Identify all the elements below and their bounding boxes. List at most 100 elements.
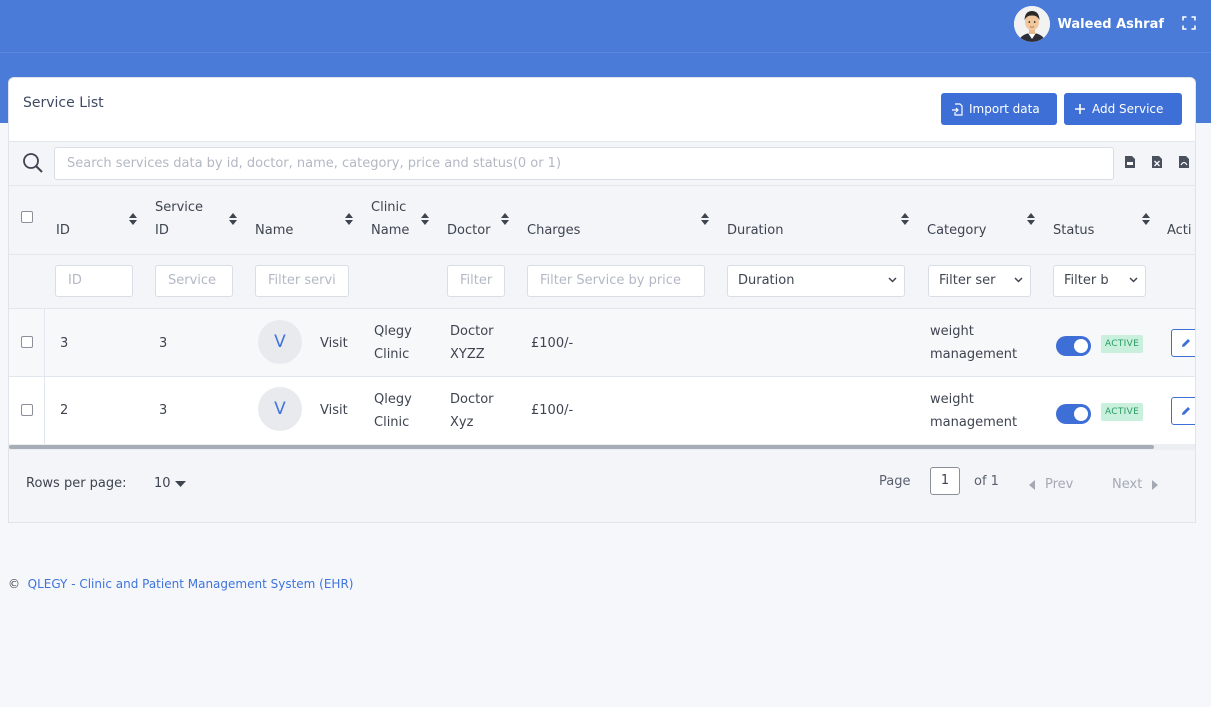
avatar [1013,6,1050,42]
row-charges: £100/- [531,336,574,351]
scrollbar-thumb[interactable] [9,445,1154,449]
import-data-button[interactable]: Import data [941,93,1057,125]
sort-icon[interactable] [701,213,709,225]
row-clinic-line2: Clinic [374,347,410,362]
edit-button[interactable] [1171,329,1195,357]
pagination-bar: Rows per page: 10 Page 1 of 1 Prev Next [9,450,1195,522]
rows-per-page-label: Rows per page: [26,476,127,491]
page-total-label: of 1 [974,474,999,489]
row-doctor-line1: Doctor [450,324,494,339]
row-clinic-line1: Qlegy [374,392,412,407]
user-menu[interactable]: Waleed Ashraf [1013,6,1164,42]
column-service-id-line2[interactable]: ID [155,220,169,242]
next-label: Next [1112,477,1143,492]
sort-icon[interactable] [345,213,353,225]
filter-duration-value: Duration [738,273,795,288]
status-badge: ACTIVE [1101,403,1144,421]
sort-icon[interactable] [229,213,237,225]
row-id: 3 [60,336,69,351]
filter-status-value: Filter b [1064,273,1109,288]
filter-duration-select[interactable]: Duration [727,265,905,297]
import-data-label: Import data [969,102,1040,116]
column-action: Acti [1167,223,1192,238]
search-input[interactable]: Search services data by id, doctor, name… [54,147,1114,180]
divider [44,308,45,445]
row-name: Visit [320,336,348,351]
row-category-line1: weight [930,392,974,407]
status-badge: ACTIVE [1101,335,1144,353]
column-clinic-line2[interactable]: Name [371,220,409,242]
row-category-line2: management [930,347,1018,362]
row-checkbox[interactable] [21,404,33,416]
page-title: Service List [23,95,104,111]
edit-button[interactable] [1171,397,1195,425]
chevron-down-icon [888,277,897,283]
row-category-line1: weight [930,324,974,339]
user-name: Waleed Ashraf [1057,16,1164,32]
prev-button[interactable]: Prev [1029,477,1073,492]
rows-per-page-select[interactable]: 10 [154,476,171,491]
excel-icon[interactable] [1151,155,1163,169]
column-category[interactable]: Category [927,220,986,242]
filter-status-select[interactable]: Filter b [1053,265,1146,297]
filter-category-select[interactable]: Filter ser [928,265,1031,297]
sort-icon[interactable] [501,213,509,225]
copyright-link[interactable]: QLEGY - Clinic and Patient Management Sy… [28,577,354,591]
sort-icon[interactable] [129,213,137,225]
status-toggle[interactable] [1056,336,1091,356]
csv-icon[interactable] [1124,155,1136,169]
column-clinic-line1[interactable]: Clinic [371,197,406,219]
next-button[interactable]: Next [1112,477,1159,492]
row-service-id: 3 [159,336,168,351]
sort-icon[interactable] [1142,213,1150,225]
row-id: 2 [60,403,69,418]
row-name: Visit [320,403,348,418]
row-doctor-line2: XYZZ [450,347,485,362]
column-duration[interactable]: Duration [727,220,783,242]
page-number-input[interactable]: 1 [930,467,960,495]
add-service-button[interactable]: Add Service [1064,93,1182,125]
row-doctor-line1: Doctor [450,392,494,407]
edit-icon [1182,407,1190,415]
copyright-symbol: © [8,577,20,591]
row-clinic-line2: Clinic [374,415,410,430]
column-charges[interactable]: Charges [527,220,580,242]
filter-charges-input[interactable]: Filter Service by price [527,265,705,297]
filter-category-value: Filter ser [939,273,996,288]
caret-down-icon[interactable] [175,481,186,487]
copyright: © QLEGY - Clinic and Patient Management … [8,577,353,591]
column-doctor[interactable]: Doctor [447,220,491,242]
table-row: 3 3 V Visit Qlegy Clinic Doctor XYZZ £10… [9,308,1195,377]
divider [9,254,1195,255]
select-all-checkbox[interactable] [21,211,33,223]
fullscreen-icon[interactable] [1182,16,1196,30]
row-checkbox[interactable] [21,336,33,348]
filter-doctor-input[interactable]: Filter [447,265,505,297]
sort-icon[interactable] [421,213,429,225]
pdf-icon[interactable] [1178,155,1190,169]
status-toggle[interactable] [1056,404,1091,424]
sort-icon[interactable] [1027,213,1035,225]
column-id[interactable]: ID [56,220,70,242]
column-name[interactable]: Name [255,220,293,242]
service-initial-avatar: V [258,320,302,364]
caret-left-icon [1029,479,1035,490]
column-status[interactable]: Status [1053,220,1094,242]
filter-service-id-input[interactable]: Service [155,265,233,297]
page-label: Page [879,474,911,489]
row-category-line2: management [930,415,1018,430]
table-header: ID Service ID Name Clinic Name Doctor Ch… [9,185,1195,308]
filter-name-input[interactable]: Filter servi [255,265,349,297]
filter-id-input[interactable]: ID [55,265,133,297]
column-service-id-line1[interactable]: Service [155,197,203,219]
sort-icon[interactable] [901,213,909,225]
search-icon [23,153,43,173]
service-list-card: Service List Import data Add Service Sea… [8,77,1196,523]
top-navbar: Waleed Ashraf [0,0,1211,53]
caret-right-icon [1152,479,1159,490]
plus-icon [1075,104,1085,114]
row-service-id: 3 [159,403,168,418]
chevron-down-icon [1014,277,1023,283]
chevron-down-icon [1129,277,1138,283]
table-row: 2 3 V Visit Qlegy Clinic Doctor Xyz £100… [9,376,1195,445]
